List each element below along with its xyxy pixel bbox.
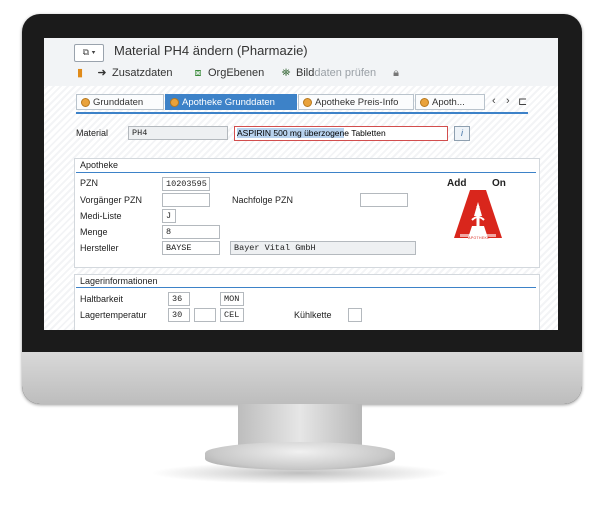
haltbarkeit-label: Haltbarkeit xyxy=(80,294,124,304)
tab-list-icon[interactable]: ⊏ xyxy=(518,95,527,108)
lagertemperatur-extra-field[interactable] xyxy=(194,308,216,322)
tab-status-icon xyxy=(420,97,429,107)
lagertemperatur-field[interactable]: 30 xyxy=(168,308,190,322)
monitor-chin xyxy=(22,352,582,404)
monitor-stand-foot xyxy=(205,442,395,470)
tab-apotheke-grunddaten[interactable]: Apotheke Grunddaten xyxy=(165,94,297,110)
info-button[interactable]: i xyxy=(454,126,470,141)
kuehlkette-label: Kühlkette xyxy=(294,310,332,320)
lock-button[interactable]: 🔒︎ xyxy=(390,67,402,79)
material-field[interactable]: PH4 xyxy=(128,126,228,140)
hersteller-name-field: Bayer Vital GmbH xyxy=(230,241,416,255)
edit-mode-icon: ▮ xyxy=(76,67,84,79)
tab-underline xyxy=(76,112,528,114)
apotheke-logo-icon xyxy=(454,190,502,238)
group-divider xyxy=(76,287,536,288)
tab-scroll-right-icon[interactable]: › xyxy=(506,95,510,107)
tab-status-icon xyxy=(303,97,312,107)
menge-field[interactable]: 8 xyxy=(162,225,220,239)
pzn-field[interactable]: 10203595 xyxy=(162,177,210,191)
bilddaten-label: Bilddaten prüfen xyxy=(296,67,377,79)
org-structure-icon: ⧈ xyxy=(194,67,202,79)
apotheke-group-title: Apotheke xyxy=(80,160,119,170)
bilddaten-button[interactable]: ⛯ Bilddaten prüfen xyxy=(280,67,377,79)
vorgaenger-pzn-label: Vorgänger PZN xyxy=(80,195,143,205)
arrow-right-icon: ➜ xyxy=(97,67,107,79)
tab-apotheke-more[interactable]: Apoth... xyxy=(415,94,485,110)
toolbar: ▮ ➜ Zusatzdaten ⧈ OrgEbenen ⛯ Bilddaten … xyxy=(44,64,558,86)
check-data-icon: ⛯ xyxy=(281,67,291,79)
hersteller-label: Hersteller xyxy=(80,243,119,253)
menge-label: Menge xyxy=(80,227,108,237)
vorgaenger-pzn-field[interactable] xyxy=(162,193,210,207)
zusatzdaten-label: Zusatzdaten xyxy=(112,67,173,79)
tab-grunddaten[interactable]: Grunddaten xyxy=(76,94,164,110)
nachfolge-pzn-field[interactable] xyxy=(360,193,408,207)
title-bar: ⧉ ▾ Material PH4 ändern (Pharmazie) xyxy=(44,38,558,64)
lagertemperatur-unit-field[interactable]: CEL xyxy=(220,308,244,322)
medi-liste-field[interactable]: J xyxy=(162,209,176,223)
pzn-label: PZN xyxy=(80,178,98,188)
material-label: Material xyxy=(76,128,109,138)
addon-logo-caption: APOTHEKE xyxy=(468,236,490,240)
lock-icon: 🔒︎ xyxy=(393,67,399,79)
lager-group-title: Lagerinformationen xyxy=(80,276,158,286)
haltbarkeit-unit-field[interactable]: MON xyxy=(220,292,244,306)
edit-mode-button[interactable]: ▮ xyxy=(74,67,86,79)
window-title: Material PH4 ändern (Pharmazie) xyxy=(114,43,308,58)
hersteller-code-field[interactable]: BAYSE xyxy=(162,241,220,255)
group-divider xyxy=(76,172,536,173)
orgebenen-label: OrgEbenen xyxy=(208,67,265,79)
system-menu-icon[interactable]: ⧉ ▾ xyxy=(74,44,104,62)
orgebenen-button[interactable]: ⧈ OrgEbenen xyxy=(192,67,265,79)
screen: ⧉ ▾ Material PH4 ändern (Pharmazie) ▮ ➜ … xyxy=(44,38,558,330)
haltbarkeit-field[interactable]: 36 xyxy=(168,292,190,306)
tab-apotheke-preis-info[interactable]: Apotheke Preis-Info xyxy=(298,94,414,110)
material-description-field[interactable]: ASPIRIN 500 mg überzogene Tabletten xyxy=(234,126,448,141)
medi-liste-label: Medi-Liste xyxy=(80,211,122,221)
tab-scroll-left-icon[interactable]: ‹ xyxy=(492,95,496,107)
lagertemperatur-label: Lagertemperatur xyxy=(80,310,147,320)
tab-status-icon xyxy=(170,97,179,107)
nachfolge-pzn-label: Nachfolge PZN xyxy=(232,195,294,205)
kuehlkette-field[interactable] xyxy=(348,308,362,322)
zusatzdaten-button[interactable]: ➜ Zusatzdaten xyxy=(96,67,173,79)
tab-status-icon xyxy=(81,97,90,107)
